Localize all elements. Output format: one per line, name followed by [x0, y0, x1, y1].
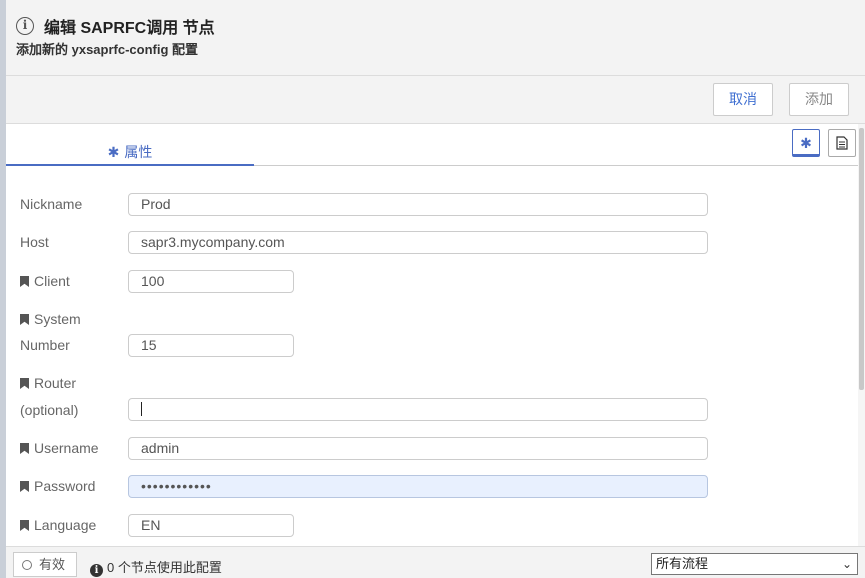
document-icon: [836, 136, 848, 150]
scope-selected-value: 所有流程: [656, 556, 709, 571]
properties-form: Nickname Prod Host sapr3.mycompany.com C…: [6, 166, 858, 546]
bookmark-icon: [20, 314, 29, 325]
gear-icon: ✱: [107, 144, 120, 160]
dialog-subtitle: 添加新的 yxsaprfc-config 配置: [16, 42, 199, 57]
title-row: i 编辑 SAPRFC调用 节点: [16, 14, 215, 38]
client-input[interactable]: 100: [128, 270, 294, 293]
bookmark-icon: [20, 276, 29, 287]
dialog-title: 编辑 SAPRFC调用 节点: [44, 20, 215, 37]
dialog-footer: 有效 i 0 个节点使用此配置 所有流程 ⌄: [6, 546, 865, 578]
settings-tab-button[interactable]: ✱: [792, 129, 820, 157]
valid-label: 有效: [39, 557, 66, 572]
add-button[interactable]: 添加: [789, 83, 849, 116]
usage-info: i 0 个节点使用此配置: [90, 557, 222, 577]
system-number-input[interactable]: 15: [128, 334, 294, 357]
info-icon: i: [16, 17, 34, 35]
circle-icon: [22, 560, 32, 570]
scrollbar-thumb[interactable]: [859, 128, 864, 390]
router-label-line1: Router: [20, 375, 76, 391]
bookmark-icon: [20, 520, 29, 531]
tab-bar: ✱ 属性 ✱: [6, 124, 858, 166]
nickname-input[interactable]: Prod: [128, 193, 708, 216]
username-label-text: Username: [34, 440, 99, 456]
host-input[interactable]: sapr3.mycompany.com: [128, 231, 708, 254]
username-input[interactable]: admin: [128, 437, 708, 460]
description-tab-button[interactable]: [828, 129, 856, 157]
tab-properties[interactable]: ✱ 属性: [6, 124, 254, 166]
language-input[interactable]: EN: [128, 514, 294, 537]
tab-properties-label: 属性: [124, 144, 153, 160]
password-label-text: Password: [34, 478, 96, 494]
scope-select[interactable]: 所有流程 ⌄: [651, 553, 858, 575]
system-number-label-text: System: [34, 311, 81, 327]
dialog-toolbar: 取消 添加: [6, 76, 865, 124]
info-icon: i: [90, 564, 103, 577]
client-label: Client: [20, 273, 70, 289]
bookmark-icon: [20, 443, 29, 454]
text-caret: [141, 402, 142, 416]
username-label: Username: [20, 440, 99, 456]
cancel-button[interactable]: 取消: [713, 83, 773, 116]
bookmark-icon: [20, 378, 29, 389]
chevron-down-icon: ⌄: [841, 557, 852, 571]
bookmark-icon: [20, 481, 29, 492]
router-label-line2: (optional): [20, 402, 79, 418]
system-number-label-line2: Number: [20, 337, 70, 353]
password-label: Password: [20, 478, 95, 494]
host-label: Host: [20, 234, 49, 250]
system-number-label-line1: System: [20, 311, 81, 327]
nickname-label: Nickname: [20, 196, 83, 212]
usage-text: 0 个节点使用此配置: [107, 560, 222, 575]
dialog-header: i 编辑 SAPRFC调用 节点 添加新的 yxsaprfc-config 配置: [6, 0, 865, 76]
router-input[interactable]: [128, 398, 708, 421]
gear-icon: ✱: [800, 135, 812, 151]
client-label-text: Client: [34, 273, 70, 289]
language-label-text: Language: [34, 517, 97, 533]
language-label: Language: [20, 517, 96, 533]
router-label-text: Router: [34, 375, 77, 391]
valid-toggle-button[interactable]: 有效: [13, 552, 77, 577]
password-input[interactable]: ••••••••••••: [128, 475, 708, 498]
